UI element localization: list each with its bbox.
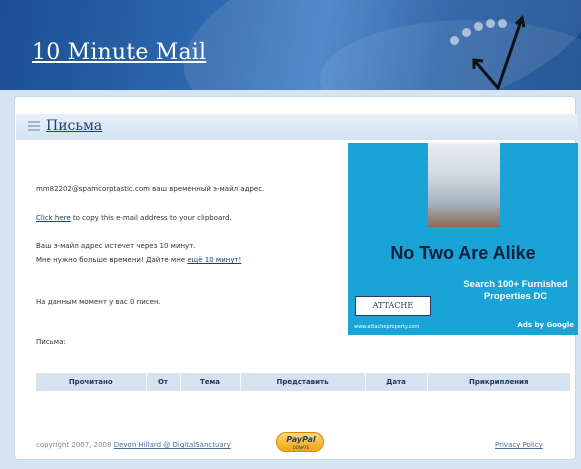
column-header: Тема <box>180 373 241 391</box>
column-header: От <box>146 373 181 391</box>
paypal-donate-button[interactable]: PayPal DONATE <box>276 432 324 452</box>
header-banner: 10 Minute Mail <box>0 0 581 90</box>
ad-banner[interactable]: No Two Are Alike Search 100+ Furnished P… <box>348 143 578 335</box>
expire-line: Ваш э-майл адрес истечет через 10 минут. <box>36 242 196 250</box>
ads-by-google-label[interactable]: Ads by Google <box>517 321 574 329</box>
mail-count: На данным момент у вас 0 писен. <box>36 298 161 306</box>
donate-label: DONATE <box>292 445 310 450</box>
ad-headline: No Two Are Alike <box>390 243 536 263</box>
ad-subtext-line1: Search 100+ Furnished <box>463 279 568 290</box>
menu-lines-icon <box>28 121 40 131</box>
paypal-label: PayPal <box>286 435 316 444</box>
author-link[interactable]: Devon Hillard @ DigitalSanctuary <box>114 441 231 449</box>
ad-brand-logo: ATTACHE <box>355 296 431 316</box>
copy-address-link[interactable]: Click here <box>36 214 71 222</box>
address-line: mm82202@spamcorptastic.com ваш временный… <box>36 185 265 193</box>
more-time-text: Мне нужно больше времени! Дайте мне <box>36 256 186 264</box>
column-header: Прочитано <box>36 373 147 391</box>
footer-copyright: copyright 2007, 2008 Devon Hillard @ Dig… <box>36 441 231 449</box>
ad-subtext-line2: Properties DC <box>483 291 548 302</box>
privacy-policy-link[interactable]: Privacy Policy <box>495 441 543 449</box>
ad-subtext: Search 100+ Furnished Properties DC <box>458 279 573 303</box>
ad-photo <box>428 143 500 227</box>
letters-label: Письма: <box>36 338 66 346</box>
ad-url: www.attacheproperty.com <box>354 324 420 330</box>
mail-table: Прочитано От Тема Представить Дата Прикр… <box>36 373 570 391</box>
column-header: Представить <box>240 373 366 391</box>
column-header: Прикрипления <box>469 378 529 386</box>
more-time-link[interactable]: ещё 10 минут! <box>187 256 241 264</box>
site-logo-link[interactable]: 10 Minute Mail <box>32 40 206 65</box>
section-title-link[interactable]: Письма <box>46 118 102 134</box>
copyright-text: copyright 2007, 2008 <box>36 441 112 449</box>
column-header: Дата <box>365 373 428 391</box>
clock-icon <box>472 15 526 90</box>
mail-table-header-row: Прочитано От Тема Представить Дата Прикр… <box>36 373 570 391</box>
more-time-line: Мне нужно больше времени! Дайте мне ещё … <box>36 256 241 264</box>
copy-line: Click here to copy this e-mail address t… <box>36 214 232 222</box>
copy-line-text: to copy this e-mail address to your clip… <box>72 214 232 222</box>
